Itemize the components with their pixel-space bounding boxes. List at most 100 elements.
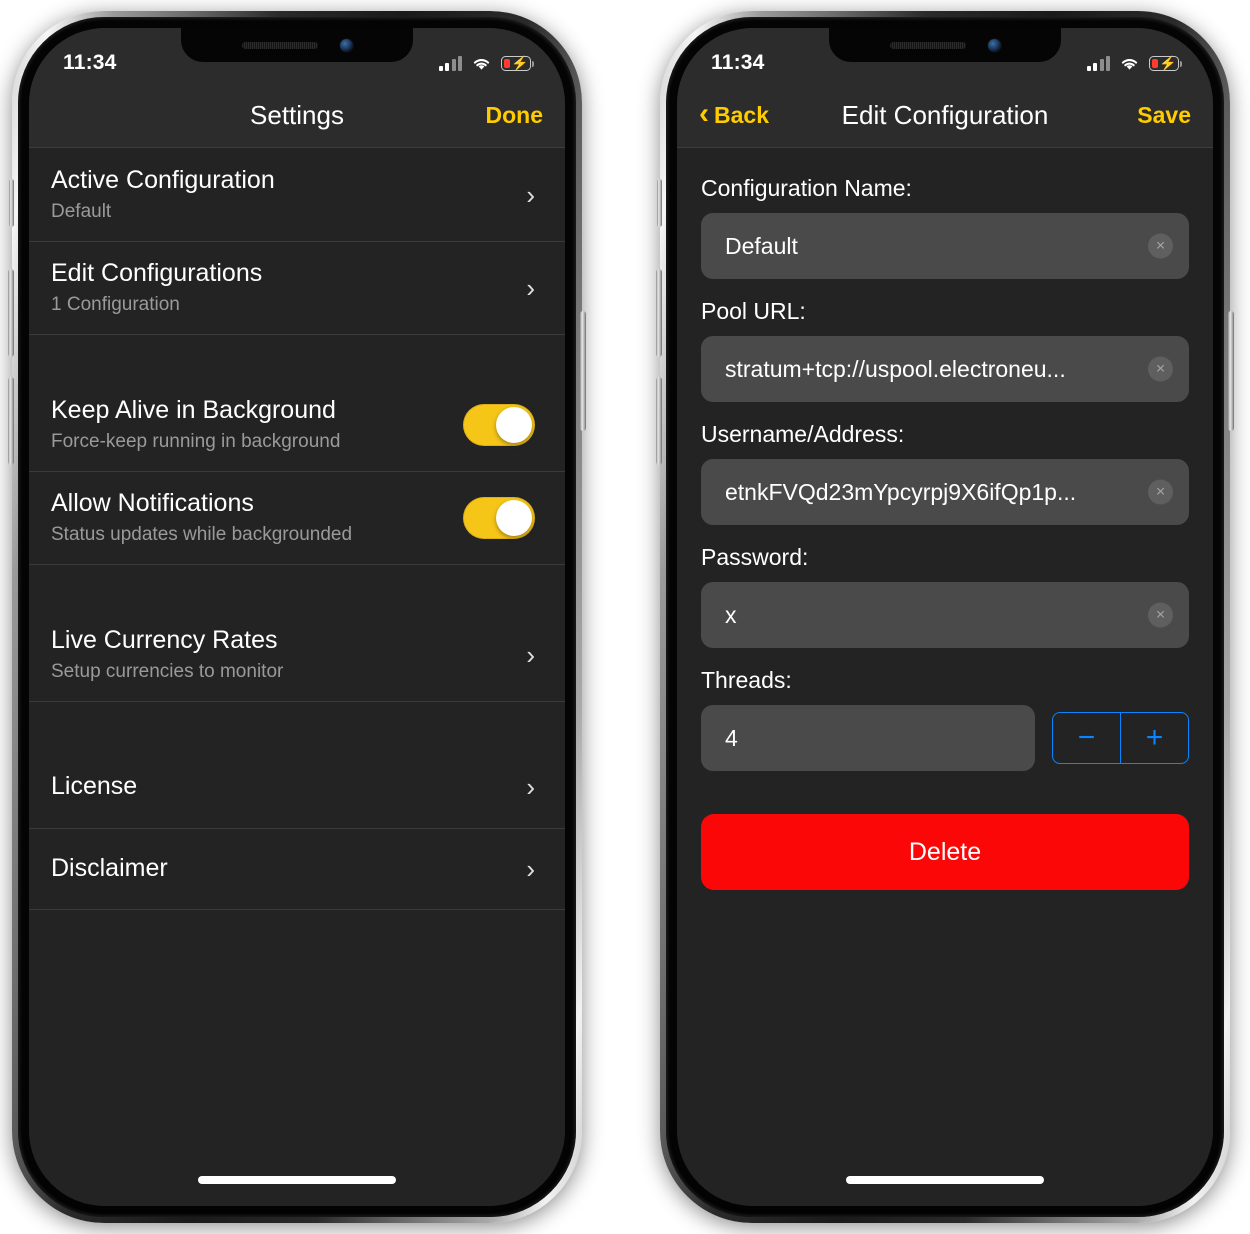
chevron-right-icon: › [526,639,535,670]
row-text: Edit Configurations 1 Configuration [51,258,512,317]
settings-section-currency: Live Currency Rates Setup currencies to … [29,609,565,703]
front-camera-icon [339,38,353,52]
power-button[interactable] [580,311,586,431]
phone-device-settings: 11:34 ⚡ Settings Done Active Configurati… [8,11,586,1223]
save-button[interactable]: Save [1137,102,1191,129]
settings-screen: 11:34 ⚡ Settings Done Active Configurati… [29,28,565,1206]
navigation-bar: ‹ Back Edit Configuration Save [677,84,1213,148]
stepper-increment-button[interactable]: + [1120,713,1188,763]
volume-down-button[interactable] [8,377,14,465]
input-pool-url[interactable]: stratum+tcp://uspool.electroneu... × [701,336,1189,402]
chevron-right-icon: › [526,179,535,210]
clear-icon[interactable]: × [1148,233,1173,259]
home-indicator[interactable] [846,1176,1044,1184]
charging-bolt-icon: ⚡ [511,55,529,71]
settings-section-background: Keep Alive in Background Force-keep runn… [29,379,565,566]
input-value: 4 [725,724,738,751]
edit-configuration-form: Configuration Name: Default × Pool URL: … [677,149,1213,1206]
row-text: Allow Notifications Status updates while… [51,488,449,547]
setting-row-allow-notifications[interactable]: Allow Notifications Status updates while… [29,471,565,566]
label-threads: Threads: [701,667,792,693]
mute-switch[interactable] [657,179,662,227]
settings-section-configuration: Active Configuration Default › Edit Conf… [29,149,565,336]
toggle-knob [496,406,532,443]
clear-icon[interactable]: × [1148,356,1173,382]
phone-bezel: 11:34 ⚡ [18,17,576,1217]
toggle-keep-alive[interactable] [463,403,535,446]
input-threads[interactable]: 4 [701,705,1035,771]
input-value: stratum+tcp://uspool.electroneu... [725,355,1066,382]
home-indicator[interactable] [198,1176,396,1184]
volume-up-button[interactable] [8,269,14,357]
row-title: License [51,772,138,801]
label-pool-url: Pool URL: [701,298,806,324]
power-button[interactable] [1228,311,1234,431]
battery-level-fill [503,58,510,68]
status-bar-indicators: ⚡ [1086,55,1182,71]
cellular-signal-icon [1086,55,1110,71]
done-button[interactable]: Done [486,102,544,129]
status-bar-indicators: ⚡ [438,55,534,71]
row-title: Active Configuration [51,166,275,194]
input-username-address[interactable]: etnkFVQd23mYpcyrpj9X6ifQp1p... × [701,459,1189,525]
notch [829,28,1061,62]
phone-device-edit-configuration: 11:34 ⚡ ‹ Back Edit Configuration Save C… [656,11,1234,1223]
mute-switch[interactable] [9,179,14,227]
settings-list[interactable]: Active Configuration Default › Edit Conf… [29,149,565,1206]
battery-icon: ⚡ [1149,55,1182,71]
wifi-icon [1119,56,1140,71]
notch [181,28,413,62]
input-configuration-name[interactable]: Default × [701,213,1189,279]
sidebar-item-live-currency-rates[interactable]: Live Currency Rates Setup currencies to … [29,609,565,703]
wifi-icon [471,56,492,71]
form-body: Configuration Name: Default × Pool URL: … [677,149,1213,890]
sidebar-item-edit-configurations[interactable]: Edit Configurations 1 Configuration › [29,241,565,336]
battery-level-fill [1151,58,1158,68]
clear-icon[interactable]: × [1148,479,1173,505]
navigation-bar: Settings Done [29,84,565,148]
input-value: etnkFVQd23mYpcyrpj9X6ifQp1p... [725,478,1077,505]
back-button-label: Back [714,102,769,128]
volume-down-button[interactable] [656,377,662,465]
row-text: Disclaimer [51,853,512,884]
toggle-knob [496,499,532,536]
earpiece-speaker-icon [889,41,966,49]
input-password[interactable]: x × [701,582,1189,648]
quantity-stepper[interactable]: − + [1052,712,1189,764]
row-subtitle: 1 Configuration [51,294,180,316]
label-username-address: Username/Address: [701,421,905,447]
row-title: Edit Configurations [51,259,263,288]
volume-up-button[interactable] [656,269,662,357]
delete-button[interactable]: Delete [701,814,1189,890]
front-camera-icon [987,38,1001,52]
sidebar-item-disclaimer[interactable]: Disclaimer › [29,828,565,911]
row-text: Live Currency Rates Setup currencies to … [51,625,512,684]
back-button[interactable]: ‹ Back [699,97,769,130]
label-password: Password: [701,544,809,570]
toggle-allow-notifications[interactable] [463,496,535,539]
row-text: Active Configuration Default [51,165,512,224]
stepper-decrement-button[interactable]: − [1053,713,1120,763]
row-title: Allow Notifications [51,489,254,518]
input-value: x [725,601,737,628]
chevron-right-icon: › [526,771,535,802]
phone-bezel: 11:34 ⚡ [666,17,1224,1217]
clear-icon[interactable]: × [1148,602,1173,628]
settings-section-legal: License › Disclaimer › [29,746,565,911]
status-bar-time: 11:34 [63,51,117,74]
battery-icon: ⚡ [501,55,534,71]
threads-control-row: 4 − + [701,705,1189,771]
row-subtitle: Status updates while backgrounded [51,524,353,546]
chevron-right-icon: › [526,853,535,884]
status-bar-time: 11:34 [711,51,765,74]
row-text: Keep Alive in Background Force-keep runn… [51,395,449,454]
row-title: Keep Alive in Background [51,396,336,425]
row-subtitle: Default [51,201,112,223]
chevron-left-icon: ‹ [699,97,709,130]
setting-row-keep-alive[interactable]: Keep Alive in Background Force-keep runn… [29,379,565,471]
sidebar-item-license[interactable]: License › [29,746,565,828]
sidebar-item-active-configuration[interactable]: Active Configuration Default › [29,149,565,241]
